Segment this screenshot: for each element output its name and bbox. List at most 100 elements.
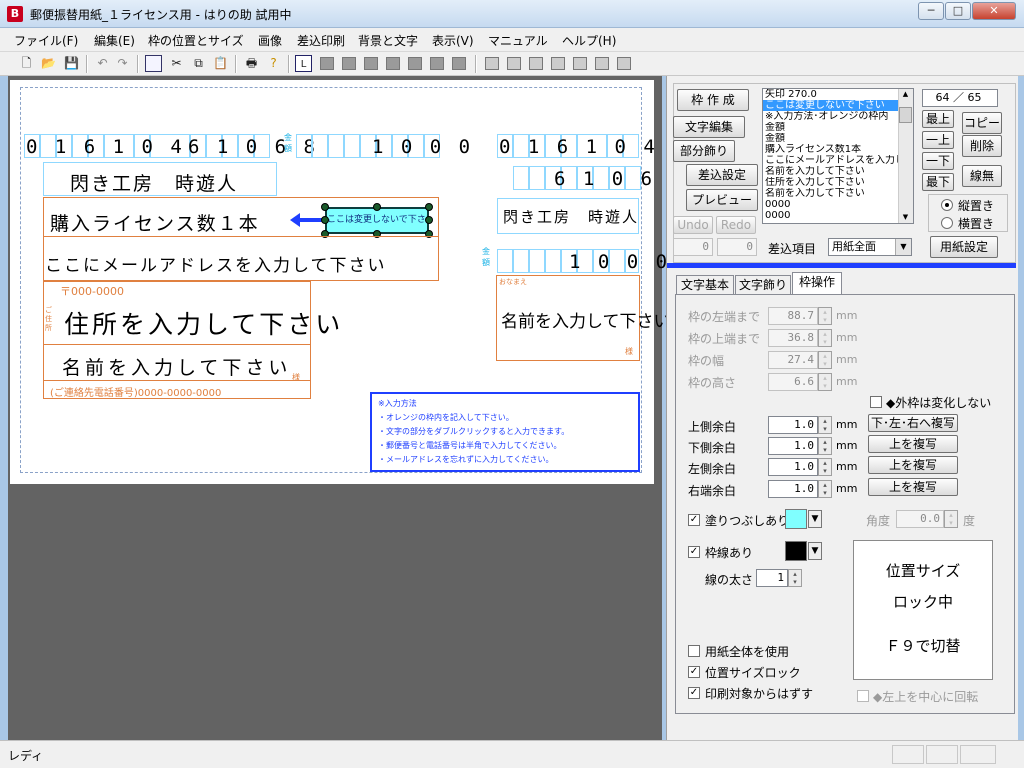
- list-item[interactable]: 購入ライセンス数1本: [763, 144, 913, 155]
- phone-line[interactable]: (ご連絡先電話番号)0000-0000-0000: [50, 384, 221, 399]
- email-text[interactable]: ここにメールアドレスを入力して下さい: [45, 251, 387, 276]
- vertical-radio[interactable]: [941, 199, 953, 211]
- save-icon[interactable]: 💾: [63, 55, 80, 72]
- spin-icon[interactable]: ▴ ▾: [818, 458, 832, 476]
- scroll-up-icon[interactable]: ▲: [899, 90, 912, 98]
- align-icon[interactable]: [408, 57, 422, 70]
- copy-icon[interactable]: ⧉: [190, 55, 207, 72]
- tab-text-deco[interactable]: 文字飾り: [735, 275, 791, 295]
- margin-left-input[interactable]: 1.0: [768, 458, 818, 476]
- copy-top-button[interactable]: 上を複写: [868, 435, 958, 453]
- resize-handle[interactable]: [425, 216, 433, 224]
- distribute-icon[interactable]: [551, 57, 565, 70]
- license-text[interactable]: 購入ライセンス数１本: [50, 209, 260, 236]
- list-item[interactable]: 金額: [763, 122, 913, 133]
- menu-frame-position[interactable]: 枠の位置とサイズ: [148, 32, 244, 49]
- undo-button[interactable]: Undo: [673, 216, 713, 234]
- no-line-button[interactable]: 線無: [962, 165, 1002, 187]
- distribute-icon[interactable]: [485, 57, 499, 70]
- frame-top-input[interactable]: 36.8: [768, 329, 818, 347]
- menu-background-text[interactable]: 背景と文字: [358, 32, 418, 49]
- align-icon[interactable]: [320, 57, 334, 70]
- scroll-down-icon[interactable]: ▼: [899, 213, 912, 221]
- copy-margin-all-button[interactable]: 下･左･右へ複写: [868, 414, 958, 432]
- frame-create-button[interactable]: 枠 作 成: [677, 89, 749, 111]
- margin-right-input[interactable]: 1.0: [768, 480, 818, 498]
- text-edit-button[interactable]: 文字編集: [673, 116, 745, 138]
- instructions-box[interactable]: ※入力方法 ・オレンジの枠内を記入して下さい。 ・文字の部分をダブルクリックする…: [370, 392, 640, 472]
- postal-code[interactable]: 〒000-0000: [60, 283, 124, 299]
- paste-icon[interactable]: 📋: [212, 55, 229, 72]
- spin-icon[interactable]: ▴ ▾: [818, 307, 832, 325]
- list-item[interactable]: ここにメールアドレスを入力し: [763, 155, 913, 166]
- resize-handle[interactable]: [321, 216, 329, 224]
- object-list[interactable]: 矢印 270.0 ここは変更しないで下さい ※入力方法･オレンジの枠内 金額 金…: [762, 88, 914, 224]
- frame-width-input[interactable]: 27.4: [768, 351, 818, 369]
- print-icon[interactable]: 🖶: [243, 55, 260, 72]
- list-item[interactable]: 矢印 270.0: [763, 89, 913, 100]
- border-color-swatch[interactable]: [785, 541, 807, 561]
- copy-top-button[interactable]: 上を複写: [868, 478, 958, 496]
- align-icon[interactable]: [452, 57, 466, 70]
- lock-pos-size-checkbox[interactable]: ✓: [688, 666, 700, 678]
- copy-top-button[interactable]: 上を複写: [868, 456, 958, 474]
- amount-digits[interactable]: 1 0 0 0: [372, 136, 473, 158]
- distribute-icon[interactable]: [595, 57, 609, 70]
- chevron-down-icon[interactable]: ▼: [808, 510, 822, 528]
- spin-icon[interactable]: ▴ ▾: [818, 416, 832, 434]
- right-account-number[interactable]: 0 1 6 1 0 4: [499, 136, 658, 158]
- fill-color-swatch[interactable]: [785, 509, 807, 529]
- menu-file[interactable]: ファイル(F): [14, 32, 78, 49]
- border-checkbox[interactable]: ✓: [688, 546, 700, 558]
- spin-icon[interactable]: ▴ ▾: [788, 569, 802, 587]
- right-account-mid[interactable]: 6 1 0 6 8: [554, 168, 684, 190]
- payee-name[interactable]: 閃き工房 時遊人: [70, 169, 238, 196]
- copy-button[interactable]: コピー: [962, 112, 1002, 134]
- merge-setting-button[interactable]: 差込設定: [686, 164, 758, 186]
- right-payee[interactable]: 閃き工房 時遊人: [503, 206, 639, 227]
- spin-icon[interactable]: ▴ ▾: [818, 373, 832, 391]
- bring-top-button[interactable]: 最上: [922, 110, 954, 128]
- send-down-button[interactable]: 一下: [922, 152, 954, 170]
- help-icon[interactable]: ?: [265, 55, 282, 72]
- name-text[interactable]: 名前を入力して下さい: [62, 353, 291, 380]
- distribute-icon[interactable]: [617, 57, 631, 70]
- menu-merge-print[interactable]: 差込印刷: [297, 32, 345, 49]
- minimize-button[interactable]: ─: [918, 2, 944, 20]
- distribute-icon[interactable]: [507, 57, 521, 70]
- rotate-center-checkbox[interactable]: [857, 690, 869, 702]
- menu-edit[interactable]: 編集(E): [94, 32, 135, 49]
- resize-handle[interactable]: [373, 203, 381, 211]
- distribute-icon[interactable]: [529, 57, 543, 70]
- tab-frame-operation[interactable]: 枠操作: [792, 272, 842, 295]
- use-whole-paper-checkbox[interactable]: [688, 645, 700, 657]
- preview-button[interactable]: プレビュー: [686, 189, 758, 211]
- paper-setting-button[interactable]: 用紙設定: [930, 236, 998, 258]
- list-item[interactable]: 0000: [763, 210, 913, 221]
- list-item-selected[interactable]: ここは変更しないで下さい: [763, 100, 913, 111]
- align-icon[interactable]: [364, 57, 378, 70]
- address-text[interactable]: 住所を入力して下さい: [64, 305, 343, 341]
- delete-button[interactable]: 削除: [962, 135, 1002, 157]
- scroll-thumb[interactable]: [899, 107, 912, 123]
- right-name[interactable]: 名前を入力して下さい: [501, 307, 671, 332]
- redo-icon[interactable]: ↷: [114, 55, 131, 72]
- partial-deco-button[interactable]: 部分飾り: [673, 140, 735, 162]
- spin-icon[interactable]: ▴ ▾: [818, 351, 832, 369]
- frame-left-input[interactable]: 88.7: [768, 307, 818, 325]
- frame-select-icon[interactable]: [145, 55, 162, 72]
- align-icon[interactable]: [386, 57, 400, 70]
- angle-input[interactable]: 0.0: [896, 510, 944, 528]
- bring-up-button[interactable]: 一上: [922, 131, 954, 149]
- margin-top-input[interactable]: 1.0: [768, 416, 818, 434]
- margin-bottom-input[interactable]: 1.0: [768, 437, 818, 455]
- resize-handle[interactable]: [425, 203, 433, 211]
- outer-fixed-checkbox[interactable]: [870, 396, 882, 408]
- menu-image[interactable]: 画像: [258, 32, 282, 49]
- menu-view[interactable]: 表示(V): [432, 32, 474, 49]
- maximize-button[interactable]: □: [945, 2, 971, 20]
- list-item[interactable]: 名前を入力して下さい: [763, 166, 913, 177]
- align-left-top-icon[interactable]: L: [295, 55, 312, 72]
- spin-icon[interactable]: ▴ ▾: [818, 437, 832, 455]
- redo-button[interactable]: Redo: [716, 216, 756, 234]
